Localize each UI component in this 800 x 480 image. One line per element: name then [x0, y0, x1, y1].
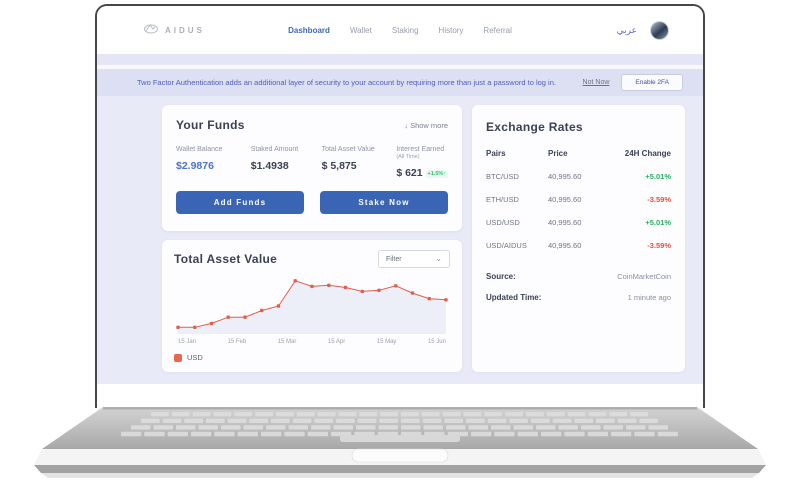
stat-total-asset-value: Total Asset Value $ 5,875 [322, 146, 397, 179]
rate-row-eth-usd[interactable]: ETH/USD 40,995.60 -3.59% [486, 195, 671, 204]
top-navbar: AIDUS Dashboard Wallet Staking History R… [97, 6, 703, 54]
show-more-link[interactable]: ↓ Show more [404, 121, 448, 130]
nav-right-group: عربي [617, 20, 669, 40]
arrow-down-icon: ↓ [404, 120, 408, 130]
main-content: Your Funds ↓ Show more Wallet Balance $2… [97, 96, 703, 384]
rate-row-btc-usd[interactable]: BTC/USD 40,995.60 +5.01% [486, 172, 671, 181]
laptop-mockup: AIDUS Dashboard Wallet Staking History R… [0, 0, 800, 480]
laptop-keyboard-base [34, 407, 766, 478]
stat-staked-amount: Staked Amount $1.4938 [251, 146, 322, 179]
interest-change-badge: +1.5%↑ [425, 170, 449, 178]
stake-now-button[interactable]: Stake Now [320, 191, 448, 214]
chart-title: Total Asset Value [174, 252, 278, 266]
exchange-rates-title: Exchange Rates [486, 120, 583, 134]
interest-earned-value: $ 621 +1.5%↑ [396, 167, 449, 179]
rates-updated-value: 1 minute ago [627, 293, 671, 302]
rate-row-usd-aidus[interactable]: USD/AIDUS 40,995.60 -3.59% [486, 241, 671, 250]
brand-name: AIDUS [165, 25, 205, 35]
divider-band [97, 54, 703, 65]
usd-legend-swatch [174, 353, 182, 362]
add-funds-button[interactable]: Add Funds [176, 191, 304, 214]
nav-item-history[interactable]: History [439, 26, 464, 35]
rates-table-header: Pairs Price 24H Change [486, 149, 671, 158]
stat-interest-earned: Interest Earned (All Time) $ 621 +1.5%↑ [396, 146, 449, 179]
change-badge: +5.01% [645, 218, 671, 227]
two-factor-banner: Two Factor Authentication adds an additi… [97, 69, 703, 96]
brand-logo[interactable]: AIDUS [143, 21, 205, 39]
rates-updated-row: Updated Time: 1 minute ago [486, 293, 671, 302]
rates-source-value: CoinMarketCoin [617, 272, 671, 281]
asset-value-line-chart [176, 279, 448, 334]
chart-legend: USD [174, 353, 450, 362]
two-factor-message: Two Factor Authentication adds an additi… [137, 78, 556, 87]
exchange-rates-card: Exchange Rates Pairs Price 24H Change BT… [472, 105, 685, 372]
nav-item-dashboard[interactable]: Dashboard [288, 26, 330, 35]
laptop-screen: AIDUS Dashboard Wallet Staking History R… [95, 4, 705, 408]
rate-row-usd-usd[interactable]: USD/USD 40,995.60 +5.01% [486, 218, 671, 227]
change-badge: -3.59% [647, 241, 671, 250]
chevron-down-icon: ⌄ [435, 254, 442, 263]
nav-menu: Dashboard Wallet Staking History Referra… [288, 26, 512, 35]
nav-item-wallet[interactable]: Wallet [350, 26, 372, 35]
change-badge: -3.59% [647, 195, 671, 204]
wallet-balance-value: $2.9876 [176, 160, 214, 172]
not-now-link[interactable]: Not Now [583, 79, 610, 86]
nav-item-staking[interactable]: Staking [392, 26, 419, 35]
chart-x-axis-labels: 15 Jan 15 Feb 15 Mar 15 Apr 15 May 15 Ju… [178, 339, 446, 345]
language-switch[interactable]: عربي [617, 25, 637, 36]
brand-logo-icon [143, 21, 159, 39]
change-badge: +5.01% [645, 172, 671, 181]
filter-dropdown[interactable]: Filter ⌄ [378, 250, 450, 268]
funds-stats: Wallet Balance $2.9876 Staked Amount $1.… [176, 146, 449, 179]
total-asset-value-card: Total Asset Value Filter ⌄ 15 Jan 15 Feb… [162, 240, 462, 372]
staked-amount-value: $1.4938 [250, 160, 289, 172]
your-funds-title: Your Funds [176, 118, 245, 132]
rates-source-row: Source: CoinMarketCoin [486, 272, 671, 281]
nav-item-referral[interactable]: Referral [483, 26, 511, 35]
user-avatar[interactable] [650, 20, 669, 40]
stat-wallet-balance: Wallet Balance $2.9876 [176, 146, 251, 179]
your-funds-card: Your Funds ↓ Show more Wallet Balance $2… [162, 105, 462, 231]
enable-2fa-button[interactable]: Enable 2FA [621, 74, 683, 91]
total-asset-value: $ 5,875 [321, 160, 357, 172]
